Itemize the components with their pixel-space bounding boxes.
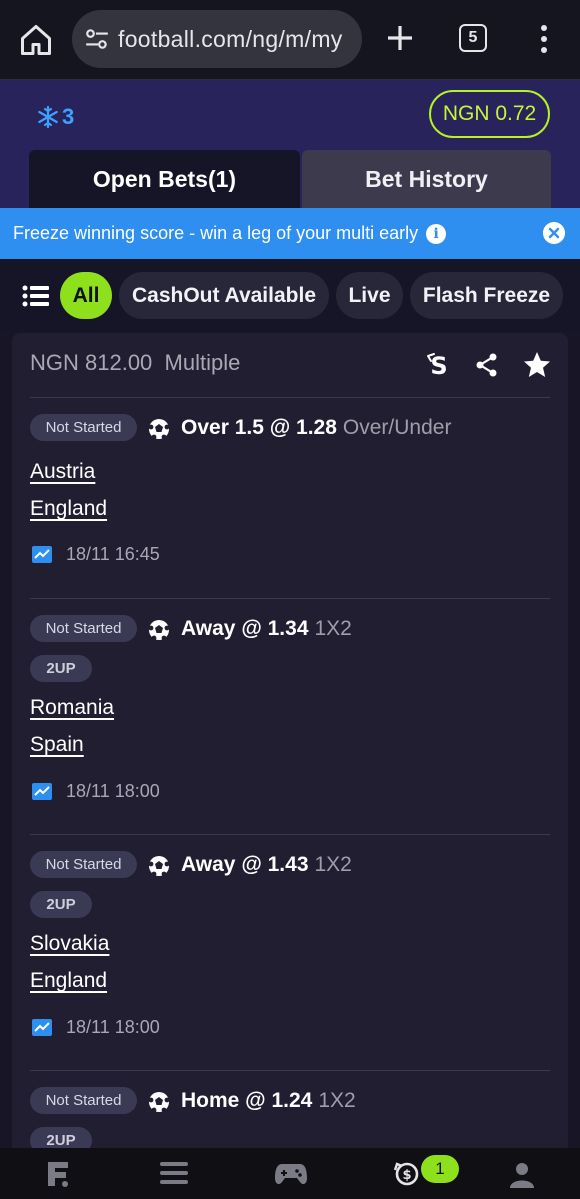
team-away[interactable]: Spain: [30, 733, 84, 757]
divider: [30, 834, 550, 835]
soccer-ball-icon: [148, 620, 170, 641]
kickoff-time: 18/11 16:45: [66, 544, 160, 564]
chart-icon[interactable]: [32, 546, 52, 563]
filter-chip-flash-freeze[interactable]: Flash Freeze: [410, 272, 563, 319]
team-home[interactable]: Austria: [30, 460, 95, 484]
divider: [30, 397, 550, 398]
football-logo-icon[interactable]: [46, 1160, 72, 1188]
leg-selection: Away @ 1.34: [181, 617, 309, 640]
kickoff-time: 18/11 18:00: [66, 1017, 160, 1037]
team-away[interactable]: England: [30, 969, 107, 993]
soccer-ball-icon: [148, 1092, 170, 1113]
tab-switcher-button[interactable]: 5: [459, 24, 487, 52]
soccer-ball-icon: [148, 419, 170, 440]
filter-chip-cashout[interactable]: CashOut Available: [119, 272, 329, 319]
list-icon[interactable]: [22, 284, 50, 308]
team-away[interactable]: England: [30, 497, 107, 521]
url-text[interactable]: football.com/ng/m/my: [118, 26, 343, 53]
site-settings-icon[interactable]: [84, 26, 110, 52]
leg-market: 1X2: [314, 853, 352, 876]
cashout-icon[interactable]: $: [393, 1160, 421, 1188]
share-icon[interactable]: [472, 350, 502, 380]
flash-freeze-banner: Freeze winning score - win a leg of your…: [0, 208, 580, 259]
sportybet-share-icon[interactable]: S: [424, 350, 454, 380]
gamepad-icon[interactable]: [274, 1160, 308, 1188]
bet-type: Multiple: [164, 350, 241, 375]
svg-text:$: $: [402, 1168, 411, 1183]
leg-pick: Away @ 1.43 1X2: [181, 853, 352, 877]
star-icon[interactable]: [522, 350, 552, 380]
leg-pick: Away @ 1.34 1X2: [181, 617, 352, 641]
more-menu-icon[interactable]: [532, 22, 556, 56]
leg-status-badge: Not Started: [30, 851, 137, 878]
new-tab-icon[interactable]: [384, 22, 416, 54]
freeze-counter[interactable]: 3: [36, 104, 74, 130]
info-icon[interactable]: i: [426, 223, 447, 244]
leg-status-badge: Not Started: [30, 615, 137, 642]
banner-text: Freeze winning score - win a leg of your…: [13, 223, 419, 243]
bet-stake: NGN 812.00: [30, 350, 153, 375]
profile-icon[interactable]: [508, 1160, 536, 1188]
leg-selection: Away @ 1.43: [181, 853, 309, 876]
divider: [30, 1070, 550, 1071]
home-icon[interactable]: [18, 22, 54, 58]
bet-summary: NGN 812.00 Multiple: [30, 350, 240, 376]
filter-chip-all[interactable]: All: [60, 272, 112, 319]
snowflake-icon: [38, 105, 58, 129]
two-up-badge: 2UP: [30, 655, 92, 682]
balance-badge[interactable]: NGN 0.72: [429, 90, 550, 138]
two-up-badge: 2UP: [30, 891, 92, 918]
chart-icon[interactable]: [32, 783, 52, 800]
cashout-count-badge: 1: [421, 1155, 459, 1183]
leg-market: Over/Under: [342, 416, 452, 439]
leg-selection: Home @ 1.24: [181, 1089, 313, 1112]
tab-bet-history[interactable]: Bet History: [302, 150, 551, 208]
leg-pick: Home @ 1.24 1X2: [181, 1089, 356, 1113]
leg-market: 1X2: [318, 1089, 356, 1112]
address-bar[interactable]: football.com/ng/m/my: [72, 10, 362, 68]
leg-selection: Over 1.5 @ 1.28: [181, 416, 337, 439]
kickoff-time: 18/11 18:00: [66, 781, 160, 801]
leg-status-badge: Not Started: [30, 1087, 137, 1114]
close-icon[interactable]: [543, 222, 565, 244]
team-home[interactable]: Slovakia: [30, 932, 109, 956]
leg-status-badge: Not Started: [30, 414, 137, 441]
chart-icon[interactable]: [32, 1019, 52, 1036]
divider: [30, 598, 550, 599]
filter-chip-live[interactable]: Live: [336, 272, 403, 319]
menu-icon[interactable]: [160, 1160, 188, 1186]
soccer-ball-icon: [148, 856, 170, 877]
leg-market: 1X2: [314, 617, 352, 640]
svg-text:S: S: [430, 352, 447, 380]
team-home[interactable]: Romania: [30, 696, 114, 720]
freeze-count-value: 3: [62, 104, 75, 129]
browser-toolbar: football.com/ng/m/my 5: [0, 0, 580, 80]
leg-pick: Over 1.5 @ 1.28 Over/Under: [181, 416, 451, 440]
tab-open-bets[interactable]: Open Bets(1): [29, 150, 300, 208]
